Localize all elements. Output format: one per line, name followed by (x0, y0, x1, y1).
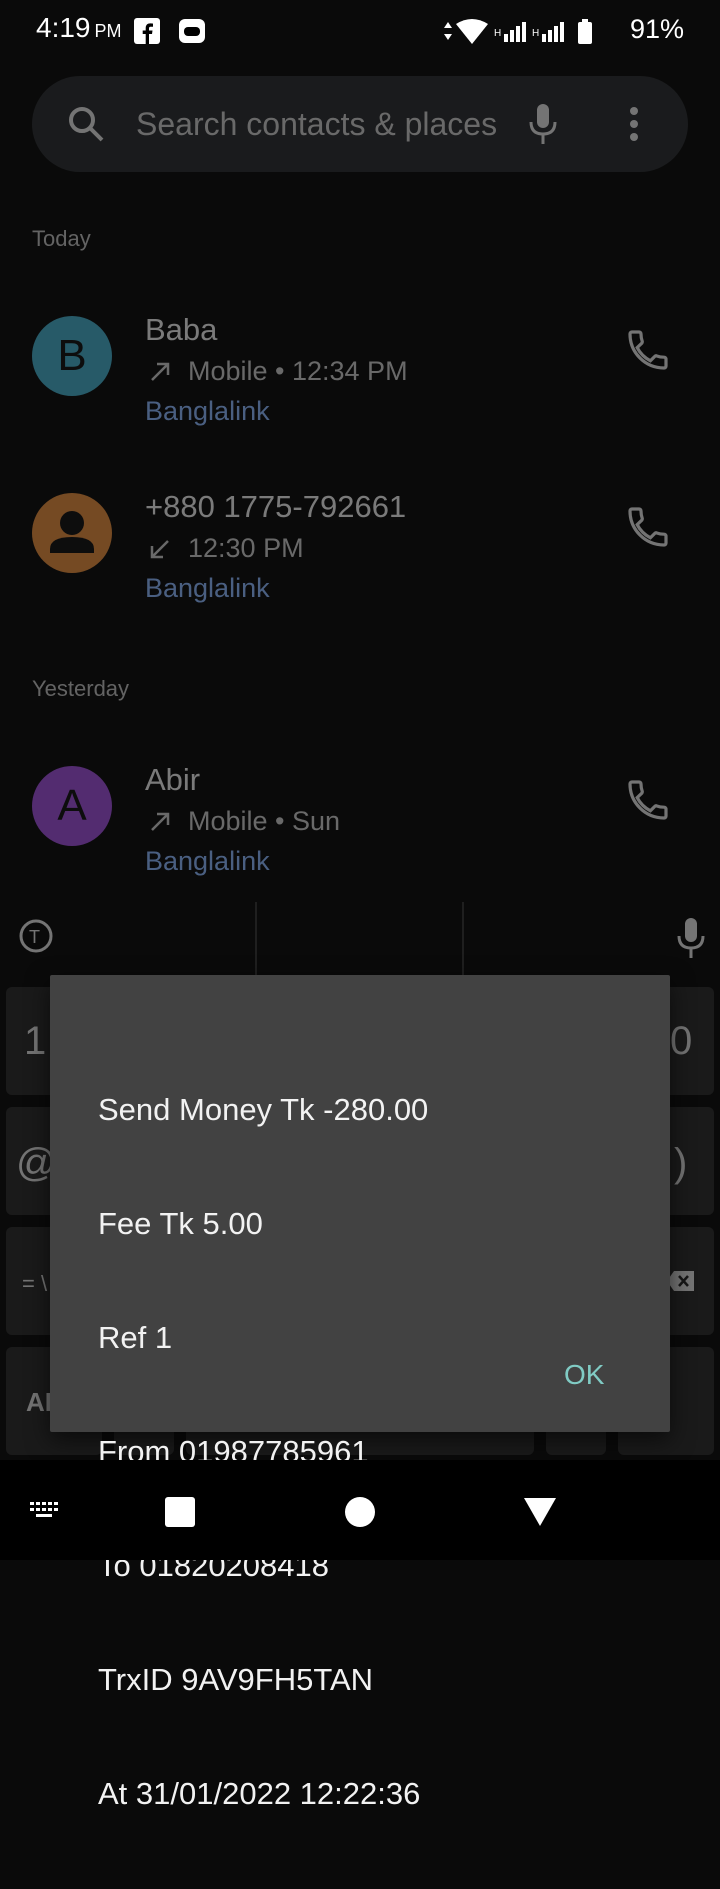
avatar: A (32, 766, 112, 846)
call-icon[interactable] (624, 503, 672, 551)
clock: 4:19 PM (36, 12, 122, 44)
avatar (32, 493, 112, 573)
dialog-message: Send Money Tk -280.00 Fee Tk 5.00 Ref 1 … (98, 1015, 428, 1889)
status-bar: 4:19 PM H H 91% (0, 0, 720, 62)
translate-icon[interactable]: T (18, 918, 54, 954)
avatar: B (32, 316, 112, 396)
carrier-label: Banglalink (145, 573, 270, 603)
call-detail: 12:30 PM (188, 533, 304, 563)
keyboard-switch-icon[interactable] (28, 1500, 62, 1522)
facebook-icon (134, 18, 160, 44)
message-line: TrxID 9AV9FH5TAN (98, 1662, 374, 1697)
carrier-label: Banglalink (145, 846, 270, 876)
back-button[interactable] (522, 1496, 558, 1528)
call-icon[interactable] (624, 326, 672, 374)
game-controller-icon (179, 19, 205, 43)
svg-text:T: T (29, 927, 40, 947)
incoming-call-arrow-icon (150, 540, 169, 559)
contact-name: Abir (145, 762, 201, 797)
message-line: Fee Tk 5.00 (98, 1206, 263, 1241)
outgoing-call-arrow-icon (151, 812, 170, 831)
message-line: Send Money Tk -280.00 (98, 1092, 429, 1127)
search-bar[interactable]: Search contacts & places (32, 76, 688, 172)
call-detail: Mobile • 12:34 PM (188, 356, 408, 386)
message-line: At 31/01/2022 12:22:36 (98, 1776, 421, 1811)
divider (255, 902, 257, 982)
backspace-icon (667, 1271, 694, 1291)
section-yesterday: Yesterday (32, 676, 130, 701)
call-icon[interactable] (624, 776, 672, 824)
status-icons: H H 91% (442, 14, 684, 46)
ok-button[interactable]: OK (564, 1359, 604, 1391)
svg-text:H: H (532, 28, 539, 39)
outgoing-call-arrow-icon (151, 362, 170, 381)
ussd-message-dialog: Send Money Tk -280.00 Fee Tk 5.00 Ref 1 … (50, 975, 670, 1811)
signal-wifi-icon: H H (444, 18, 593, 44)
section-today: Today (32, 226, 91, 251)
svg-text:H: H (494, 28, 501, 39)
message-line: Ref 1 (98, 1320, 173, 1355)
carrier-label: Banglalink (145, 396, 270, 426)
home-button[interactable] (345, 1497, 375, 1527)
contact-name: +880 1775-792661 (145, 489, 407, 524)
call-log-row[interactable]: A Abir Mobile • Sun Banglalink (0, 740, 720, 880)
person-icon (50, 511, 94, 553)
keyboard-toolbar: T (0, 902, 720, 982)
recents-button[interactable] (165, 1497, 195, 1527)
search-input[interactable]: Search contacts & places (136, 106, 497, 143)
search-icon (69, 107, 104, 142)
navigation-bar (0, 1460, 720, 1560)
battery-percent: 91% (629, 14, 684, 44)
keyboard-microphone-icon[interactable] (676, 916, 706, 960)
more-options-icon[interactable] (628, 106, 640, 142)
call-detail: Mobile • Sun (188, 806, 341, 836)
contact-name: Baba (145, 312, 218, 347)
clock-ampm: PM (94, 21, 122, 41)
microphone-icon[interactable] (528, 102, 558, 146)
clock-time: 4:19 (36, 12, 91, 43)
call-log-row[interactable]: +880 1775-792661 12:30 PM Banglalink (0, 467, 720, 607)
divider (462, 902, 464, 982)
call-log-row[interactable]: B Baba Mobile • 12:34 PM Banglalink (0, 290, 720, 430)
